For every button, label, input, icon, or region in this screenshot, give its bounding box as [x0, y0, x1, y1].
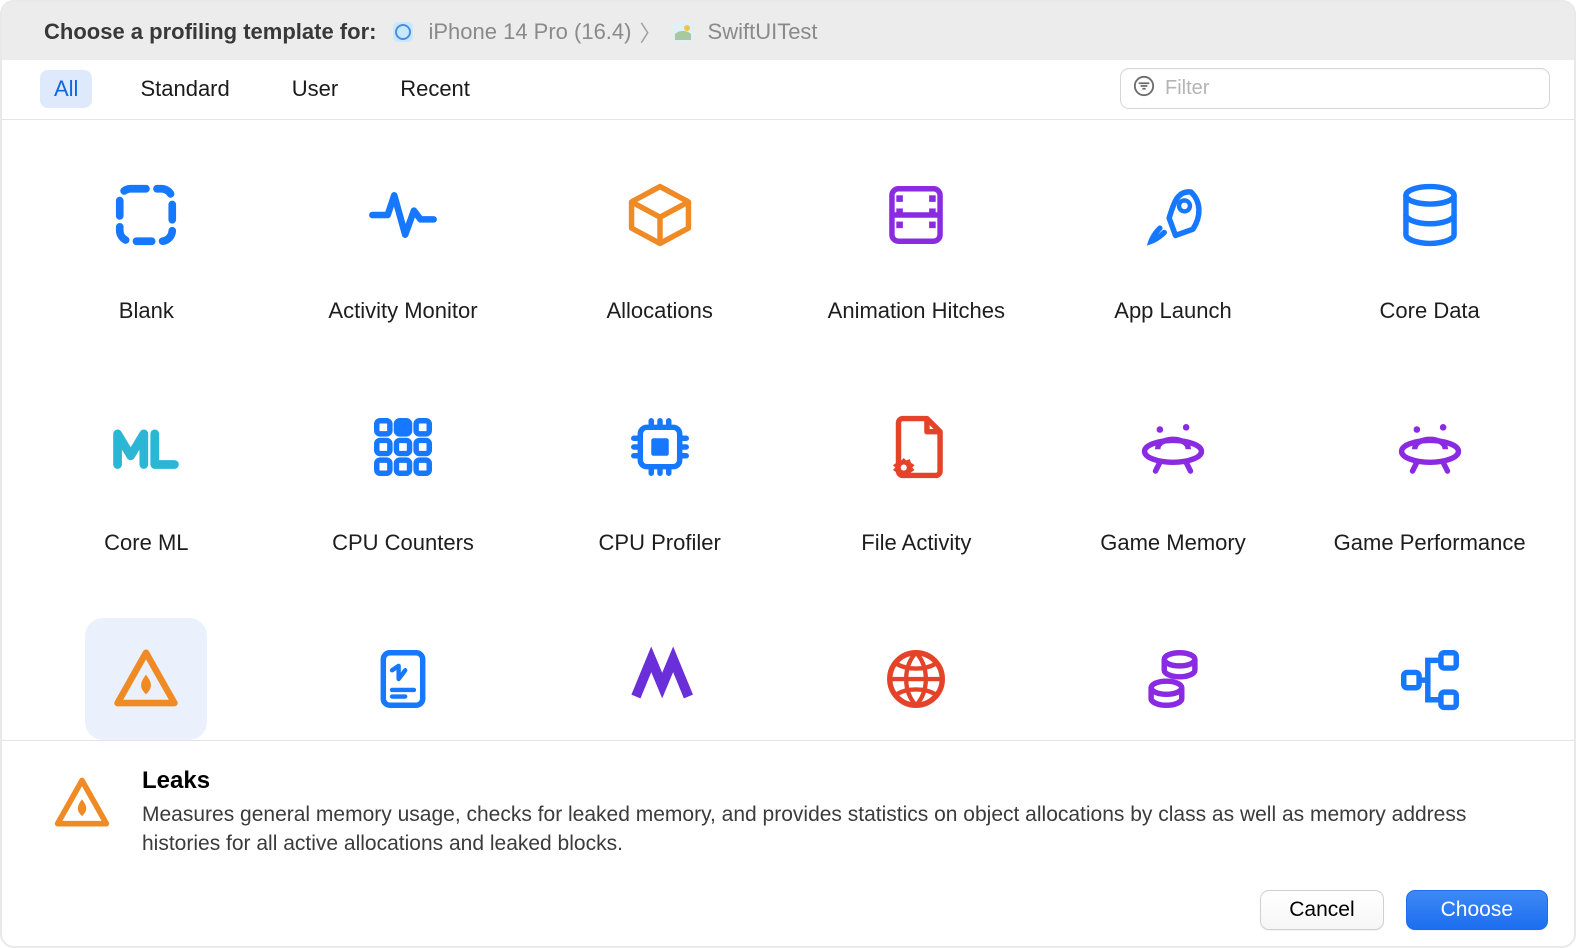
- template-chooser-window: Choose a profiling template for: iPhone …: [0, 0, 1576, 948]
- template-file-activity[interactable]: File Activity: [801, 386, 1031, 560]
- header-bar: Choose a profiling template for: iPhone …: [2, 2, 1574, 60]
- detail-icon: [52, 773, 112, 833]
- choose-button[interactable]: Choose: [1406, 890, 1548, 930]
- coins-icon: [1112, 618, 1234, 740]
- filter-input[interactable]: [1165, 77, 1537, 100]
- template-label: App Launch: [1100, 294, 1245, 328]
- template-label: Animation Hitches: [814, 294, 1019, 328]
- cylinder-icon: [1369, 154, 1491, 276]
- breadcrumb-app[interactable]: SwiftUITest: [708, 19, 818, 45]
- detail-title: Leaks: [142, 767, 1524, 795]
- template-label: Activity Monitor: [314, 294, 491, 328]
- template-blank[interactable]: Blank: [31, 154, 261, 328]
- template-label: Game Performance: [1320, 526, 1540, 560]
- template-label: CPU Profiler: [585, 526, 735, 560]
- template-label: Game Memory: [1086, 526, 1259, 560]
- metal-m-icon: [599, 618, 721, 740]
- device-icon: [390, 19, 416, 45]
- template-logging[interactable]: Logging: [288, 618, 518, 740]
- scope-tabs: All Standard User Recent: [40, 70, 484, 108]
- ufo-icon: [1369, 386, 1491, 508]
- blank-icon: [85, 154, 207, 276]
- breadcrumb-device[interactable]: iPhone 14 Pro (16.4): [428, 19, 631, 45]
- filter-field[interactable]: [1120, 68, 1550, 109]
- tab-user[interactable]: User: [278, 70, 352, 108]
- template-core-ml[interactable]: Core ML: [31, 386, 261, 560]
- leak-icon: [85, 618, 207, 740]
- nodes-icon: [1369, 618, 1491, 740]
- template-cpu-profiler[interactable]: CPU Profiler: [545, 386, 775, 560]
- toolbar: All Standard User Recent: [2, 60, 1574, 120]
- template-cpu-counters[interactable]: CPU Counters: [288, 386, 518, 560]
- footer-buttons: Cancel Choose: [2, 880, 1574, 946]
- chip-icon: [599, 386, 721, 508]
- template-game-performance[interactable]: Game Performance: [1315, 386, 1545, 560]
- detail-panel: Leaks Measures general memory usage, che…: [2, 740, 1574, 880]
- template-leaks[interactable]: Leaks: [31, 618, 261, 740]
- chevron-right-icon: 〉: [640, 16, 662, 48]
- template-label: CPU Counters: [318, 526, 488, 560]
- log-doc-icon: [342, 618, 464, 740]
- detail-description: Measures general memory usage, checks fo…: [142, 801, 1524, 858]
- ufo-icon: [1112, 386, 1234, 508]
- detail-text: Leaks Measures general memory usage, che…: [142, 767, 1524, 858]
- template-game-memory[interactable]: Game Memory: [1058, 386, 1288, 560]
- template-metal-system-trace[interactable]: Metal System Trace: [545, 618, 775, 740]
- globe-icon: [855, 618, 977, 740]
- tab-recent[interactable]: Recent: [386, 70, 484, 108]
- template-grid: Blank Activity Monitor Allocations Animatio…: [18, 154, 1558, 740]
- template-core-data[interactable]: Core Data: [1315, 154, 1545, 328]
- ml-icon: [85, 386, 207, 508]
- template-scenekit[interactable]: SceneKit: [1058, 618, 1288, 740]
- template-network[interactable]: Network: [801, 618, 1031, 740]
- filter-icon: [1133, 75, 1155, 102]
- template-app-launch[interactable]: App Launch: [1058, 154, 1288, 328]
- template-label: Allocations: [592, 294, 726, 328]
- activity-icon: [342, 154, 464, 276]
- app-icon: [670, 19, 696, 45]
- template-label: File Activity: [847, 526, 985, 560]
- template-label: Core ML: [90, 526, 202, 560]
- template-animation-hitches[interactable]: Animation Hitches: [801, 154, 1031, 328]
- tab-standard[interactable]: Standard: [126, 70, 243, 108]
- grid9-icon: [342, 386, 464, 508]
- template-swift-concurrency[interactable]: Swift Concurrency: [1315, 618, 1545, 740]
- file-gear-icon: [855, 386, 977, 508]
- film-icon: [855, 154, 977, 276]
- template-label: Core Data: [1366, 294, 1494, 328]
- cancel-button[interactable]: Cancel: [1260, 890, 1383, 930]
- rocket-icon: [1112, 154, 1234, 276]
- template-label: Blank: [105, 294, 188, 328]
- template-allocations[interactable]: Allocations: [545, 154, 775, 328]
- template-grid-scroll[interactable]: Blank Activity Monitor Allocations Animatio…: [2, 120, 1574, 740]
- tab-all[interactable]: All: [40, 70, 92, 108]
- header-title: Choose a profiling template for:: [44, 19, 376, 45]
- template-activity-monitor[interactable]: Activity Monitor: [288, 154, 518, 328]
- cube-icon: [599, 154, 721, 276]
